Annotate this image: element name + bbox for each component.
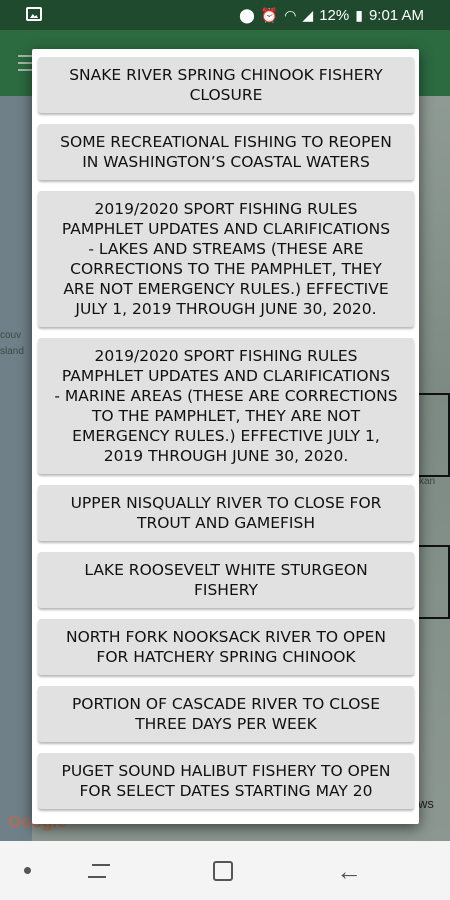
list-item[interactable]: NORTH FORK NOOKSACK RIVER TO OPEN FOR HA… — [38, 619, 414, 675]
status-bar: ⬤ ⏰ ◠ ◢ 12% ▮ 9:01 AM — [0, 0, 450, 30]
list-item[interactable]: 2019/2020 SPORT FISHING RULES PAMPHLET U… — [38, 191, 414, 327]
map-label: sland — [0, 346, 24, 357]
clock: 9:01 AM — [368, 6, 424, 24]
location-icon: ⬤ — [239, 7, 255, 23]
list-item[interactable]: SNAKE RIVER SPRING CHINOOK FISHERY CLOSU… — [38, 57, 414, 113]
dot-icon[interactable] — [24, 867, 31, 874]
map-label: couv — [0, 330, 22, 341]
list-item-label: UPPER NISQUALLY RIVER TO CLOSE FOR TROUT… — [70, 494, 382, 532]
list-item-label: NORTH FORK NOOKSACK RIVER TO OPEN FOR HA… — [66, 628, 386, 666]
list-item[interactable]: PORTION OF CASCADE RIVER TO CLOSE THREE … — [38, 686, 414, 742]
home-icon[interactable] — [213, 861, 233, 881]
list-item[interactable]: 2019/2020 SPORT FISHING RULES PAMPHLET U… — [38, 338, 414, 474]
map-water — [0, 96, 32, 841]
wifi-icon: ◠ — [284, 7, 297, 23]
fishing-rules-dialog: SNAKE RIVER SPRING CHINOOK FISHERY CLOSU… — [32, 49, 419, 824]
battery-level: 12% — [319, 6, 350, 24]
signal-icon: ◢ — [302, 7, 314, 23]
battery-icon: ▮ — [355, 7, 363, 23]
map-region-box — [416, 545, 450, 619]
image-icon — [26, 7, 42, 21]
back-icon[interactable]: ← — [336, 858, 362, 884]
rules-list: SNAKE RIVER SPRING CHINOOK FISHERY CLOSU… — [38, 57, 414, 820]
map-region-box — [416, 393, 450, 477]
list-item[interactable]: LAKE ROOSEVELT WHITE STURGEON FISHERY — [38, 552, 414, 608]
navigation-bar: ← — [0, 841, 450, 900]
list-item-label: SOME RECREATIONAL FISHING TO REOPEN IN W… — [60, 133, 392, 171]
list-item-label: PUGET SOUND HALIBUT FISHERY TO OPEN FOR … — [61, 762, 391, 800]
recent-apps-icon[interactable] — [88, 861, 110, 881]
list-item-label: LAKE ROOSEVELT WHITE STURGEON FISHERY — [84, 561, 368, 599]
list-item-label: PORTION OF CASCADE RIVER TO CLOSE THREE … — [71, 695, 381, 733]
map-label: ws — [418, 796, 434, 811]
list-item-label: SNAKE RIVER SPRING CHINOOK FISHERY CLOSU… — [69, 66, 383, 104]
list-item-label: 2019/2020 SPORT FISHING RULES PAMPHLET U… — [54, 347, 398, 465]
status-indicators: ⬤ ⏰ ◠ ◢ 12% ▮ 9:01 AM — [239, 0, 424, 30]
list-item-label: 2019/2020 SPORT FISHING RULES PAMPHLET U… — [61, 200, 391, 318]
list-item[interactable]: SOME RECREATIONAL FISHING TO REOPEN IN W… — [38, 124, 414, 180]
list-item[interactable]: PUGET SOUND HALIBUT FISHERY TO OPEN FOR … — [38, 753, 414, 809]
alarm-icon: ⏰ — [260, 7, 279, 23]
list-item[interactable]: UPPER NISQUALLY RIVER TO CLOSE FOR TROUT… — [38, 485, 414, 541]
map-label: kan — [419, 476, 436, 487]
